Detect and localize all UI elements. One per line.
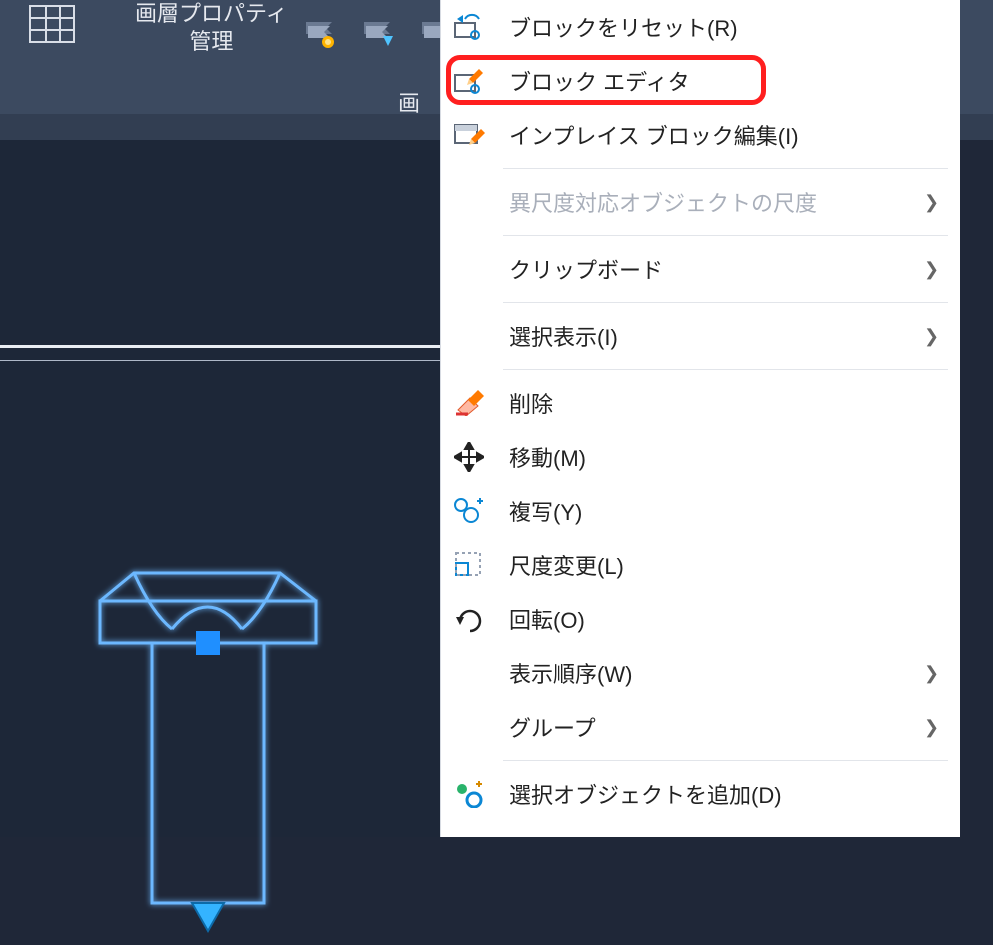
submenu-arrow-icon: ❯ xyxy=(924,192,940,213)
layer-state-2-icon[interactable] xyxy=(358,12,398,52)
dynamic-grip-icon[interactable] xyxy=(192,903,224,931)
menu-erase[interactable]: 削除 xyxy=(441,376,960,430)
menu-scale-label: 尺度変更(L) xyxy=(509,549,940,581)
submenu-arrow-icon: ❯ xyxy=(924,259,940,280)
menu-isolate-label: 選択表示(I) xyxy=(509,320,906,352)
drawing-canvas[interactable] xyxy=(0,140,440,837)
menu-separator xyxy=(503,302,948,303)
group-icon xyxy=(447,709,491,745)
menu-separator xyxy=(503,168,948,169)
menu-add-selected[interactable]: 選択オブジェクトを追加(D) xyxy=(441,767,960,821)
menu-inplace-edit[interactable]: インプレイス ブロック編集(I) xyxy=(441,108,960,162)
menu-copy[interactable]: 複写(Y) xyxy=(441,484,960,538)
block-editor-icon xyxy=(447,63,491,99)
menu-annotative-scale-label: 異尺度対応オブジェクトの尺度 xyxy=(509,186,906,218)
menu-draw-order[interactable]: 表示順序(W) ❯ xyxy=(441,646,960,700)
menu-move-label: 移動(M) xyxy=(509,441,940,473)
menu-inplace-edit-label: インプレイス ブロック編集(I) xyxy=(509,119,940,151)
rotate-icon xyxy=(447,601,491,637)
layer-properties-button[interactable]: 画層プロパティ 管理 xyxy=(135,0,288,56)
annotative-scale-icon xyxy=(447,184,491,220)
clipboard-icon xyxy=(447,251,491,287)
menu-draw-order-label: 表示順序(W) xyxy=(509,657,906,689)
layer-properties-label-l2: 管理 xyxy=(189,29,233,54)
menu-reset-block-label: ブロックをリセット(R) xyxy=(509,11,940,43)
layer-state-icons xyxy=(300,12,456,52)
menu-annotative-scale: 異尺度対応オブジェクトの尺度 ❯ xyxy=(441,175,960,229)
menu-rotate-label: 回転(O) xyxy=(509,603,940,635)
menu-move[interactable]: 移動(M) xyxy=(441,430,960,484)
context-menu: ブロックをリセット(R) ブロック エディタ インプレイス ブロック編集(I) xyxy=(440,0,960,837)
menu-group[interactable]: グループ ❯ xyxy=(441,700,960,754)
menu-isolate[interactable]: 選択表示(I) ❯ xyxy=(441,309,960,363)
menu-clipboard-label: クリップボード xyxy=(509,253,906,285)
menu-separator xyxy=(503,235,948,236)
submenu-arrow-icon: ❯ xyxy=(924,663,940,684)
isolate-icon xyxy=(447,318,491,354)
reset-block-icon xyxy=(447,9,491,45)
submenu-arrow-icon: ❯ xyxy=(924,326,940,347)
table-icon[interactable] xyxy=(28,4,76,44)
draw-order-icon xyxy=(447,655,491,691)
menu-reset-block[interactable]: ブロックをリセット(R) xyxy=(441,0,960,54)
menu-group-label: グループ xyxy=(509,711,906,743)
erase-icon xyxy=(447,385,491,421)
menu-add-selected-label: 選択オブジェクトを追加(D) xyxy=(509,778,940,810)
menu-block-editor-label: ブロック エディタ xyxy=(509,65,940,97)
menu-scale[interactable]: 尺度変更(L) xyxy=(441,538,960,592)
menu-separator xyxy=(503,760,948,761)
inplace-edit-icon xyxy=(447,117,491,153)
selection-grip-icon[interactable] xyxy=(196,631,220,655)
menu-separator xyxy=(503,369,948,370)
menu-copy-label: 複写(Y) xyxy=(509,495,940,527)
scale-icon xyxy=(447,547,491,583)
layer-properties-label-l1: 画層プロパティ xyxy=(135,1,288,26)
submenu-arrow-icon: ❯ xyxy=(924,717,940,738)
menu-clipboard[interactable]: クリップボード ❯ xyxy=(441,242,960,296)
layer-state-1-icon[interactable] xyxy=(300,12,340,52)
menu-erase-label: 削除 xyxy=(509,387,940,419)
copy-icon xyxy=(447,493,491,529)
canvas-guideline-2 xyxy=(0,360,440,361)
add-selected-icon xyxy=(447,776,491,812)
move-icon xyxy=(447,439,491,475)
canvas-guideline-1 xyxy=(0,345,440,348)
bolt-block-selected[interactable] xyxy=(80,565,340,945)
menu-block-editor[interactable]: ブロック エディタ xyxy=(441,54,960,108)
menu-rotate[interactable]: 回転(O) xyxy=(441,592,960,646)
